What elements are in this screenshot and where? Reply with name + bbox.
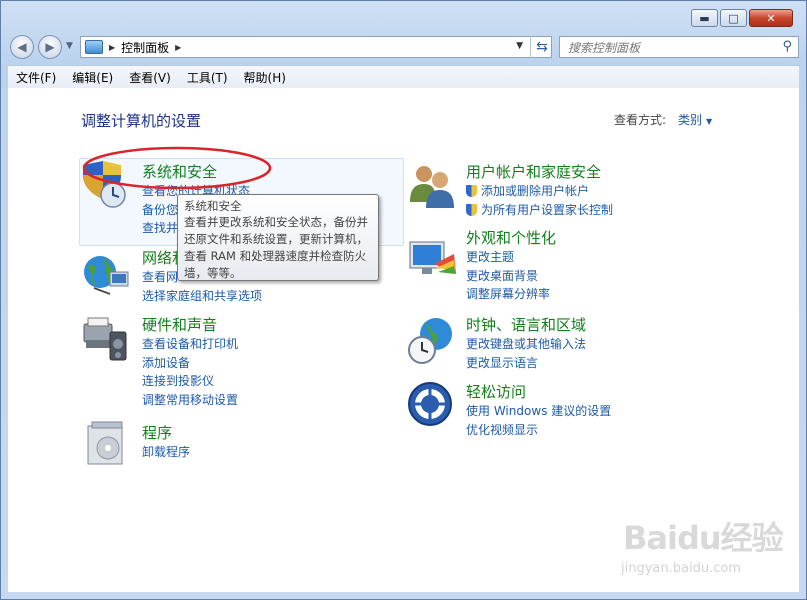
watermark-brand: Baidu经验	[623, 519, 784, 557]
link-windows-recommended[interactable]: 使用 Windows 建议的设置	[466, 402, 611, 421]
link-text: 添加或删除用户帐户	[481, 184, 590, 198]
programs-icon	[87, 421, 123, 465]
tooltip: 系统和安全 查看并更改系统和安全状态，备份并还原文件和系统设置，更新计算机，查看…	[177, 194, 379, 281]
category-clock-region: 时钟、语言和区域 更改键盘或其他输入法 更改显示语言	[466, 314, 586, 372]
view-by-label: 查看方式:	[614, 113, 667, 127]
navigation-bar: ◀ ▶ ▼ ▶ 控制面板 ▶ ▼ ⇆ ⚲	[10, 35, 799, 61]
search-input[interactable]	[566, 38, 770, 58]
maximize-button[interactable]: □	[720, 9, 747, 27]
close-button[interactable]: ✕	[749, 9, 793, 27]
category-programs: 程序 卸载程序	[142, 422, 190, 462]
link-parental-controls[interactable]: 为所有用户设置家长控制	[466, 201, 613, 220]
refresh-icon: ⇆	[536, 39, 548, 55]
category-title-clock-region[interactable]: 时钟、语言和区域	[466, 314, 586, 335]
breadcrumb-separator-icon[interactable]: ▶	[109, 43, 115, 52]
link-add-device[interactable]: 添加设备	[142, 354, 238, 373]
network-icon	[84, 256, 129, 295]
uac-shield-icon	[466, 185, 477, 197]
category-hardware-sound: 硬件和声音 查看设备和打印机 添加设备 连接到投影仪 调整常用移动设置	[142, 314, 238, 409]
recent-pages-dropdown-icon[interactable]: ▼	[66, 41, 73, 51]
menu-file[interactable]: 文件(F)	[8, 69, 64, 86]
back-arrow-icon: ◀	[17, 40, 27, 54]
category-user-accounts: 用户帐户和家庭安全 添加或删除用户帐户 为所有用户设置家长控制	[466, 161, 613, 219]
breadcrumb-separator-icon[interactable]: ▶	[175, 43, 181, 52]
tooltip-title: 系统和安全	[184, 199, 242, 213]
category-title-hardware-sound[interactable]: 硬件和声音	[142, 314, 238, 335]
link-add-remove-accounts[interactable]: 添加或删除用户帐户	[466, 182, 613, 201]
link-homegroup-sharing[interactable]: 选择家庭组和共享选项	[142, 287, 262, 306]
appearance-icon	[409, 241, 456, 274]
link-mobility-settings[interactable]: 调整常用移动设置	[142, 391, 238, 410]
link-text: 为所有用户设置家长控制	[481, 202, 614, 217]
back-button[interactable]: ◀	[10, 35, 34, 59]
menu-bar: 文件(F) 编辑(E) 查看(V) 工具(T) 帮助(H)	[8, 65, 799, 89]
page-title: 调整计算机的设置	[81, 112, 202, 130]
view-by-dropdown[interactable]: 类别 ▼	[678, 111, 712, 128]
category-title-appearance[interactable]: 外观和个性化	[466, 227, 556, 248]
hardware-sound-icon	[83, 317, 127, 361]
uac-shield-icon	[466, 203, 477, 216]
annotation-ellipse	[82, 146, 272, 190]
category-appearance: 外观和个性化 更改主题 更改桌面背景 调整屏幕分辨率	[466, 227, 556, 304]
link-connect-projector[interactable]: 连接到投影仪	[142, 372, 238, 391]
user-accounts-icon	[410, 166, 454, 208]
tooltip-body: 查看并更改系统和安全状态，备份并还原文件和系统设置，更新计算机，查看 RAM 和…	[184, 215, 368, 280]
minimize-button[interactable]: ▬	[691, 9, 718, 27]
menu-view[interactable]: 查看(V)	[121, 69, 179, 86]
breadcrumb-control-panel[interactable]: 控制面板	[121, 39, 169, 56]
link-uninstall-program[interactable]: 卸载程序	[142, 443, 190, 462]
chevron-down-icon: ▼	[706, 117, 713, 126]
address-bar[interactable]: ▶ 控制面板 ▶ ▼	[80, 36, 552, 58]
refresh-button[interactable]: ⇆	[530, 36, 553, 58]
link-optimize-display[interactable]: 优化视频显示	[466, 421, 611, 440]
ease-of-access-icon	[408, 382, 452, 426]
menu-help[interactable]: 帮助(H)	[236, 69, 294, 86]
search-box[interactable]: ⚲	[559, 36, 799, 58]
category-title-ease-of-access[interactable]: 轻松访问	[466, 381, 611, 402]
search-icon[interactable]: ⚲	[782, 39, 792, 54]
view-by-value: 类别	[678, 113, 703, 127]
link-change-keyboard[interactable]: 更改键盘或其他输入法	[466, 335, 586, 354]
link-devices-printers[interactable]: 查看设备和打印机	[142, 335, 238, 354]
category-ease-of-access: 轻松访问 使用 Windows 建议的设置 优化视频显示	[466, 381, 611, 439]
link-desktop-background[interactable]: 更改桌面背景	[466, 267, 556, 286]
menu-tools[interactable]: 工具(T)	[179, 69, 236, 86]
clock-region-icon	[408, 318, 452, 364]
control-panel-icon	[85, 40, 103, 54]
link-change-theme[interactable]: 更改主题	[466, 248, 556, 267]
baidu-watermark: Baidu经验 jingyan.baidu.com	[621, 513, 784, 576]
caption-buttons: ▬ □ ✕	[691, 9, 793, 27]
forward-button[interactable]: ▶	[38, 35, 62, 59]
category-title-user-accounts[interactable]: 用户帐户和家庭安全	[466, 161, 613, 182]
control-panel-window: ▬ □ ✕ ◀ ▶ ▼ ▶ 控制面板 ▶ ▼ ⇆ ⚲ 文件(F) 编辑(E) 查…	[0, 0, 807, 600]
watermark-url: jingyan.baidu.com	[621, 561, 741, 576]
link-screen-resolution[interactable]: 调整屏幕分辨率	[466, 285, 556, 304]
category-title-programs[interactable]: 程序	[142, 422, 190, 443]
menu-edit[interactable]: 编辑(E)	[64, 69, 121, 86]
link-display-language[interactable]: 更改显示语言	[466, 354, 586, 373]
forward-arrow-icon: ▶	[45, 40, 55, 54]
address-dropdown-icon[interactable]: ▼	[516, 41, 523, 51]
